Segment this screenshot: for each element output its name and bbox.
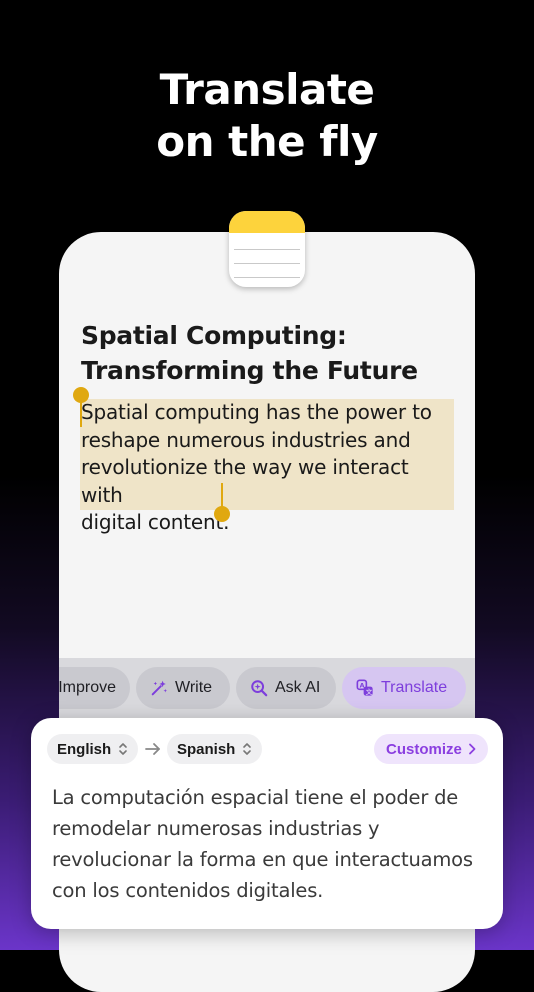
svg-text:A: A [360, 683, 365, 690]
source-language-selector[interactable]: English [47, 734, 139, 764]
improve-label: Improve [59, 679, 116, 696]
improve-chip[interactable]: Improve [59, 667, 130, 709]
translate-icon: A 文 [356, 679, 373, 696]
note-title-line-2: Transforming the Future [81, 356, 418, 385]
translation-line: revolucionar la forma en que interactuam… [52, 848, 473, 871]
headline-line-2: on the fly [156, 117, 378, 166]
translation-output: La computación espacial tiene el poder d… [52, 782, 492, 906]
magic-wand-icon [151, 680, 168, 696]
source-language: English [57, 740, 112, 758]
translation-line: remodelar numerosas industrias y [52, 817, 380, 840]
translation-line: con los contenidos digitales. [52, 879, 324, 902]
target-language-selector[interactable]: Spanish [167, 734, 263, 764]
chevron-up-down-icon [243, 743, 252, 755]
note-body-line: revolutionize the way we interact with [81, 455, 409, 507]
ask-ai-chip[interactable]: Ask AI [236, 667, 336, 709]
target-language: Spanish [177, 740, 236, 758]
headline: Translate on the fly [0, 64, 534, 168]
translate-label: Translate [381, 679, 448, 696]
magnifier-sparkle-icon [251, 680, 268, 697]
notes-app-icon [229, 211, 305, 287]
translation-panel: English Spanish Customize La computación… [31, 718, 503, 929]
note-body-line: Spatial computing has the power to [81, 400, 432, 424]
chevron-up-down-icon [119, 743, 127, 755]
arrow-right-icon [145, 743, 160, 755]
customize-button[interactable]: Customize [374, 734, 488, 764]
selection-start-handle[interactable] [73, 387, 89, 403]
ask-ai-label: Ask AI [275, 679, 321, 696]
headline-line-1: Translate [159, 65, 375, 114]
chevron-right-icon [468, 743, 476, 755]
write-label: Write [175, 679, 213, 696]
note-body-line: digital content. [81, 510, 230, 534]
write-chip[interactable]: Write [136, 667, 230, 709]
note-body[interactable]: Spatial computing has the power to resha… [81, 399, 453, 537]
note-title-line-1: Spatial Computing: [81, 321, 347, 350]
translation-line: La computación espacial tiene el poder d… [52, 786, 459, 809]
note-title: Spatial Computing: Transforming the Futu… [81, 318, 481, 388]
customize-label: Customize [386, 740, 462, 758]
ai-toolbar: Improve Write Ask AI A 文 Translate [59, 658, 475, 720]
svg-text:文: 文 [366, 687, 373, 696]
translate-chip[interactable]: A 文 Translate [342, 667, 466, 709]
note-body-line: reshape numerous industries and [81, 427, 411, 452]
selection-end-handle[interactable] [214, 506, 230, 522]
